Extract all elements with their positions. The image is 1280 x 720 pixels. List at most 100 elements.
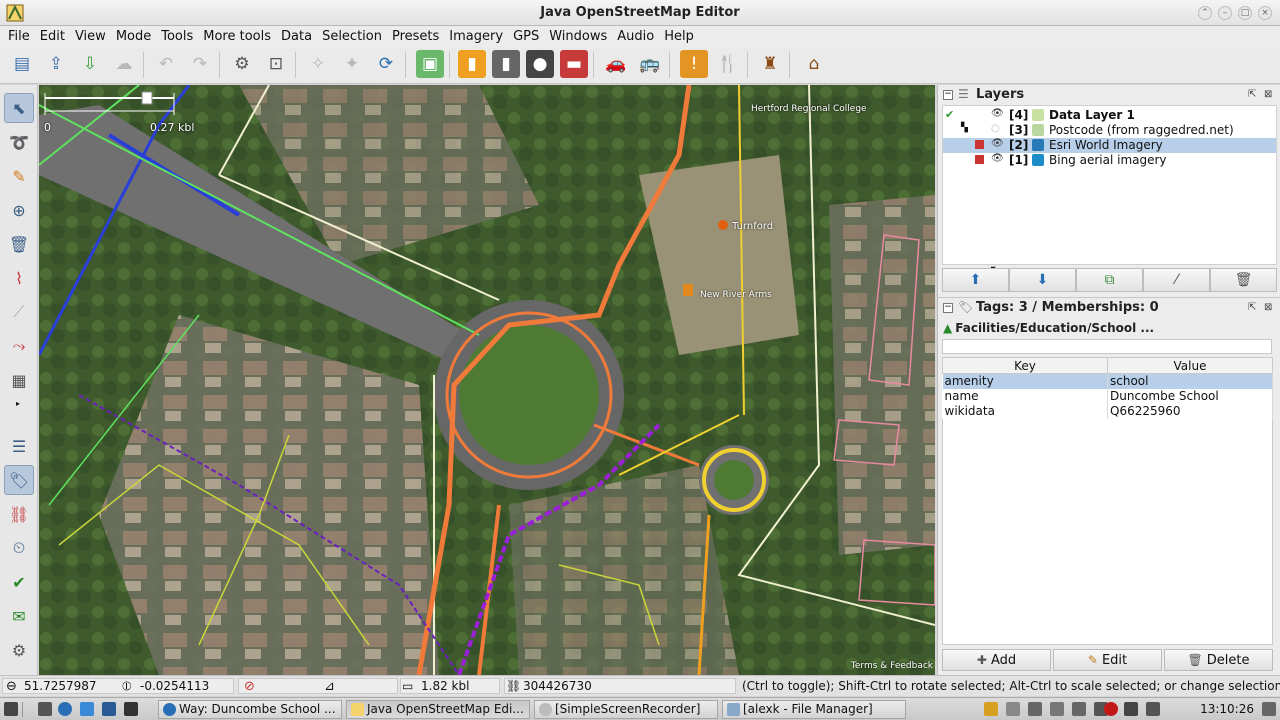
delete-tag-button[interactable]: 🗑 Delete bbox=[1164, 649, 1273, 671]
tags-toggle-icon[interactable]: 🏷 bbox=[4, 465, 34, 495]
relations-toggle-icon[interactable]: ⛓ bbox=[4, 499, 34, 529]
select-mode-icon[interactable]: ⬉ bbox=[4, 93, 34, 123]
chat-icon[interactable] bbox=[80, 702, 94, 716]
layer-visible-eye-icon[interactable]: 👁 bbox=[991, 138, 1004, 149]
tag-key[interactable]: wikidata bbox=[942, 403, 1108, 419]
browser-icon[interactable] bbox=[58, 702, 72, 716]
improve-way-icon[interactable]: ⟋ bbox=[4, 297, 34, 327]
layer-row-esri[interactable]: 👁 [2] Esri World Imagery bbox=[943, 138, 1276, 153]
menu-selection[interactable]: Selection bbox=[318, 29, 386, 44]
layers-detach-icon[interactable]: ⇱ bbox=[1248, 89, 1256, 100]
imagery-icon[interactable]: ▣ bbox=[416, 50, 444, 78]
delete-layer-icon[interactable]: 🗑 bbox=[1210, 268, 1277, 292]
window-maximize-button[interactable]: □ bbox=[1238, 6, 1252, 20]
preset-car-icon[interactable]: 🚗 bbox=[602, 50, 630, 78]
menu-windows[interactable]: Windows bbox=[545, 29, 611, 44]
notes-toggle-icon[interactable]: ✉ bbox=[4, 601, 34, 631]
preset-road-icon[interactable]: ▮ bbox=[492, 50, 520, 78]
filter-toggle-icon[interactable]: ⚙ bbox=[4, 635, 34, 665]
tray-notes-icon[interactable] bbox=[984, 702, 998, 716]
start-menu-icon[interactable] bbox=[4, 702, 18, 716]
tag-value[interactable]: Duncombe School bbox=[1107, 388, 1273, 404]
delete-mode-icon[interactable]: 🗑 bbox=[4, 229, 34, 259]
tray-bars-icon[interactable] bbox=[1072, 702, 1086, 716]
preset-castle-icon[interactable]: ♜ bbox=[756, 50, 784, 78]
task-screenrecorder[interactable]: [SimpleScreenRecorder] bbox=[534, 700, 718, 719]
download-icon[interactable]: ⇩ bbox=[76, 50, 104, 78]
task-file-manager[interactable]: [alexk - File Manager] bbox=[722, 700, 906, 719]
map-canvas[interactable] bbox=[39, 85, 935, 675]
menu-edit[interactable]: Edit bbox=[36, 29, 69, 44]
show-desktop-icon[interactable] bbox=[38, 702, 52, 716]
building-tool-icon[interactable]: ▦ bbox=[4, 365, 34, 395]
save-icon[interactable]: ⇪ bbox=[42, 50, 70, 78]
layers-collapse-toggle[interactable]: − bbox=[943, 90, 953, 100]
tag-filter-input[interactable] bbox=[942, 339, 1272, 354]
activate-layer-icon[interactable]: ⧉ bbox=[1076, 268, 1143, 292]
validator-toggle-icon[interactable]: ✔ bbox=[4, 567, 34, 597]
tray-desktop-icon[interactable] bbox=[1262, 702, 1276, 716]
preset-traffic-light-icon[interactable]: ● bbox=[526, 50, 554, 78]
preset-hazard-icon[interactable]: ! bbox=[680, 50, 708, 78]
preset-railway-icon[interactable]: ▬ bbox=[560, 50, 588, 78]
preset-industrial-icon[interactable]: ⌂ bbox=[800, 50, 828, 78]
upload-icon[interactable]: ☁ bbox=[110, 50, 138, 78]
menu-file[interactable]: File bbox=[4, 29, 34, 44]
menu-audio[interactable]: Audio bbox=[613, 29, 658, 44]
split-way-icon[interactable]: ✦ bbox=[338, 50, 366, 78]
tray-network-icon[interactable] bbox=[1028, 702, 1042, 716]
value-column-header[interactable]: Value bbox=[1107, 357, 1273, 374]
menu-gps[interactable]: GPS bbox=[509, 29, 543, 44]
zoom-mode-icon[interactable]: ⊕ bbox=[4, 195, 34, 225]
window-shade-button[interactable]: ⌃ bbox=[1198, 6, 1212, 20]
preset-link[interactable]: ▲ Facilities/Education/School ... bbox=[943, 321, 1154, 335]
edit-tag-button[interactable]: ✎ Edit bbox=[1053, 649, 1162, 671]
tray-record-icon[interactable] bbox=[1104, 702, 1118, 716]
add-tag-button[interactable]: ✚ Add bbox=[942, 649, 1051, 671]
menu-view[interactable]: View bbox=[71, 29, 110, 44]
tag-key[interactable]: name bbox=[942, 388, 1108, 404]
menu-presets[interactable]: Presets bbox=[388, 29, 443, 44]
menu-imagery[interactable]: Imagery bbox=[445, 29, 507, 44]
menu-help[interactable]: Help bbox=[660, 29, 698, 44]
layers-close-icon[interactable]: ⊠ bbox=[1264, 89, 1272, 100]
tags-collapse-toggle[interactable]: − bbox=[943, 303, 953, 313]
window-minimize-button[interactable]: – bbox=[1218, 6, 1232, 20]
extrude-mode-icon[interactable]: ⤳ bbox=[4, 331, 34, 361]
redo-icon[interactable]: ↷ bbox=[186, 50, 214, 78]
expand-toolbar-icon[interactable]: ▸ bbox=[16, 399, 20, 408]
tag-row[interactable]: wikidata Q66225960 bbox=[942, 403, 1273, 419]
zoom-to-icon[interactable]: ⊡ bbox=[262, 50, 290, 78]
tag-value[interactable]: school bbox=[1107, 373, 1273, 389]
preset-highway-icon[interactable]: ▮ bbox=[458, 50, 486, 78]
layer-visible-eye-icon[interactable]: 👁 bbox=[991, 108, 1004, 119]
open-file-icon[interactable]: ▤ bbox=[8, 50, 36, 78]
layer-row-data[interactable]: ✔ 👁 [4] Data Layer 1 bbox=[943, 108, 1276, 123]
files-icon[interactable] bbox=[102, 702, 116, 716]
window-close-button[interactable]: × bbox=[1258, 6, 1272, 20]
layers-toggle-icon[interactable]: ☰ bbox=[4, 431, 34, 461]
terms-feedback-link[interactable]: Terms & Feedback bbox=[851, 661, 933, 671]
tag-row[interactable]: name Duncombe School bbox=[942, 388, 1273, 404]
menu-data[interactable]: Data bbox=[277, 29, 316, 44]
lasso-mode-icon[interactable]: ➰ bbox=[4, 127, 34, 157]
layer-hidden-eye-icon[interactable]: ○ bbox=[991, 123, 1000, 134]
terminal-icon[interactable] bbox=[124, 702, 138, 716]
layer-opacity-icon[interactable]: ⁄ bbox=[1143, 268, 1210, 292]
layer-row-postcode[interactable]: ▚ ○ [3] Postcode (from raggedred.net) bbox=[943, 123, 1276, 138]
simplify-way-icon[interactable]: ✧ bbox=[304, 50, 332, 78]
parallel-mode-icon[interactable]: ⌇ bbox=[4, 263, 34, 293]
refresh-icon[interactable]: ⟳ bbox=[372, 50, 400, 78]
task-browser[interactable]: Way: Duncombe School ... bbox=[158, 700, 342, 719]
task-josm[interactable]: Java OpenStreetMap Edi... bbox=[346, 700, 530, 719]
tags-detach-icon[interactable]: ⇱ bbox=[1248, 302, 1256, 313]
menu-mode[interactable]: Mode bbox=[112, 29, 155, 44]
undo-icon[interactable]: ↶ bbox=[152, 50, 180, 78]
layer-visible-eye-icon[interactable]: 👁 bbox=[991, 153, 1004, 164]
menu-tools[interactable]: Tools bbox=[157, 29, 197, 44]
layer-row-bing[interactable]: 👁 [1] Bing aerial imagery bbox=[943, 153, 1276, 168]
tags-close-icon[interactable]: ⊠ bbox=[1264, 302, 1272, 313]
tray-graph-icon[interactable] bbox=[1050, 702, 1064, 716]
map-view[interactable]: 0 0.27 kbl Turnford New River Arms Hertf… bbox=[39, 85, 935, 675]
preferences-icon[interactable]: ⚙ bbox=[228, 50, 256, 78]
